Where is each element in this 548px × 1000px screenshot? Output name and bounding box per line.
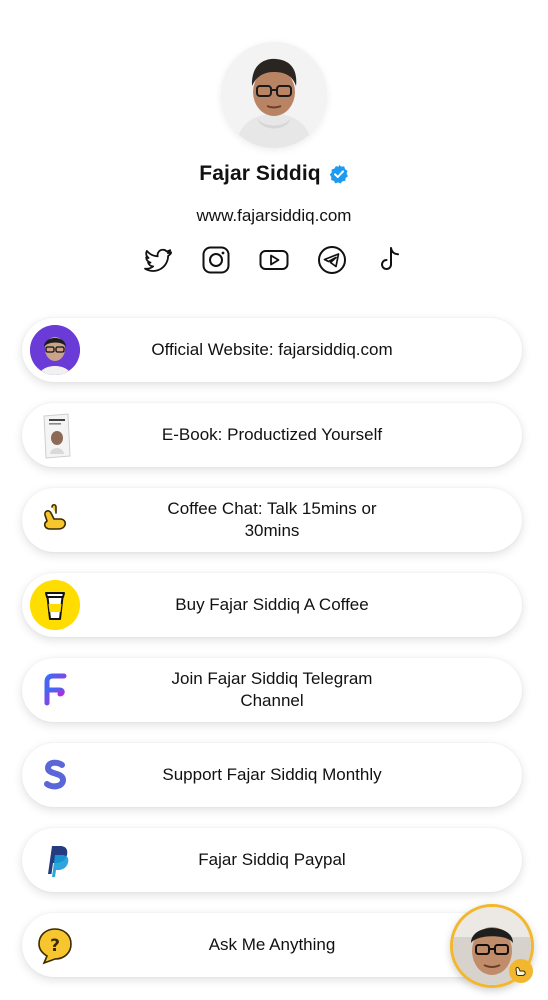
website-link[interactable]: www.fajarsiddiq.com xyxy=(197,206,352,226)
s-logo-icon xyxy=(30,750,80,800)
profile-header: Fajar Siddiq www.fajarsiddiq.com xyxy=(0,0,548,276)
call-hand-badge-icon xyxy=(509,959,533,983)
youtube-icon[interactable] xyxy=(258,244,290,276)
link-label: Official Website: fajarsiddiq.com xyxy=(151,340,393,359)
question-icon: ? xyxy=(30,920,80,970)
link-telegram-channel[interactable]: Join Fajar Siddiq Telegram Channel xyxy=(22,658,522,722)
link-paypal[interactable]: Fajar Siddiq Paypal xyxy=(22,828,522,892)
paypal-icon xyxy=(30,835,80,885)
link-ask-me-anything[interactable]: ? Ask Me Anything xyxy=(22,913,522,977)
social-icons xyxy=(142,244,406,276)
link-label: Join Fajar Siddiq Telegram Channel xyxy=(171,669,373,710)
verified-badge-icon xyxy=(329,164,348,184)
chat-widget-button[interactable] xyxy=(450,904,534,988)
link-label: Buy Fajar Siddiq A Coffee xyxy=(175,595,369,614)
f-logo-icon xyxy=(30,665,80,715)
profile-name: Fajar Siddiq xyxy=(199,162,321,185)
link-ebook[interactable]: E-Book: Productized Yourself xyxy=(22,403,522,467)
link-coffee-chat[interactable]: Coffee Chat: Talk 15mins or 30mins xyxy=(22,488,522,552)
link-buy-coffee[interactable]: Buy Fajar Siddiq A Coffee xyxy=(22,573,522,637)
call-hand-icon xyxy=(30,495,80,545)
link-label: E-Book: Productized Yourself xyxy=(161,425,383,444)
link-official-website[interactable]: Official Website: fajarsiddiq.com xyxy=(22,318,522,382)
link-list: Official Website: fajarsiddiq.com E-Book… xyxy=(22,318,522,998)
link-label: Support Fajar Siddiq Monthly xyxy=(162,765,382,784)
avatar-purple-thumb xyxy=(30,325,80,375)
telegram-icon[interactable] xyxy=(316,244,348,276)
name-row: Fajar Siddiq xyxy=(199,162,348,186)
ebook-cover-thumb xyxy=(30,410,80,460)
link-label: Fajar Siddiq Paypal xyxy=(198,850,346,869)
profile-photo xyxy=(221,42,327,148)
svg-text:?: ? xyxy=(50,936,60,956)
twitter-icon[interactable] xyxy=(142,244,174,276)
profile-avatar[interactable] xyxy=(221,42,327,148)
coffee-cup-icon xyxy=(30,580,80,630)
instagram-icon[interactable] xyxy=(200,244,232,276)
link-label: Ask Me Anything xyxy=(208,935,336,954)
link-support-monthly[interactable]: Support Fajar Siddiq Monthly xyxy=(22,743,522,807)
link-label: Coffee Chat: Talk 15mins or 30mins xyxy=(167,499,377,540)
tiktok-icon[interactable] xyxy=(374,244,406,276)
